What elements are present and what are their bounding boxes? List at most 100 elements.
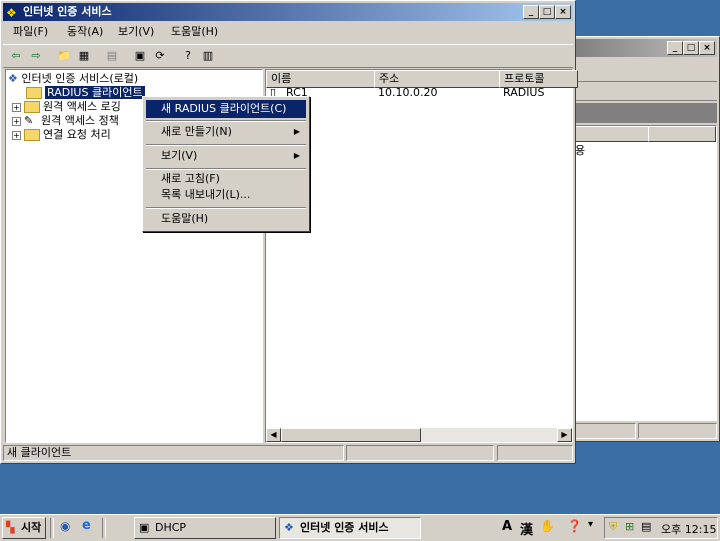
- menu-file[interactable]: 파일(F): [11, 23, 50, 41]
- ctx-view-label: 보기(V): [161, 149, 198, 162]
- scroll-left-button[interactable]: ◀: [266, 428, 281, 442]
- tree-item-remote-policies[interactable]: + ✎ 원격 액세스 정책: [12, 113, 119, 128]
- background-window-titlebar[interactable]: _ □ ×: [574, 39, 717, 57]
- toolbar: ⇦ ⇨ 📁 ▦ ▤ ▣ ⟳ ? ▥: [3, 44, 573, 68]
- tree-item-label: 원격 액세스 정책: [41, 114, 119, 127]
- client-address: 10.10.0.20: [378, 86, 438, 99]
- bg-dark-bar: [574, 103, 717, 123]
- policy-icon: ✎: [24, 114, 34, 127]
- expand-icon[interactable]: +: [12, 116, 21, 126]
- ctx-separator: [146, 144, 306, 146]
- ctx-refresh[interactable]: 새로 고침(F): [146, 171, 306, 187]
- ias-root-icon: ❖: [8, 72, 18, 85]
- start-label: 시작: [21, 521, 42, 534]
- volume-icon[interactable]: ▤: [641, 520, 651, 533]
- main-window[interactable]: ❖ 인터넷 인증 서비스 _ □ × 파일(F) 동작(A) 보기(V) 도움말…: [0, 0, 578, 464]
- folder-icon: [24, 129, 40, 141]
- bg-close-button[interactable]: ×: [699, 41, 715, 55]
- back-arrow-icon[interactable]: ⇦: [7, 47, 25, 65]
- ctx-help[interactable]: 도움말(H): [146, 210, 306, 228]
- status-bar: 새 클라이언트: [3, 444, 573, 461]
- menu-action[interactable]: 동작(A): [65, 23, 105, 41]
- dhcp-icon: ▣: [139, 521, 150, 534]
- network-icon[interactable]: ⊞: [625, 520, 634, 533]
- tree-root-label: 인터넷 인증 서비스(로컬): [21, 72, 139, 85]
- list-pane[interactable]: 이름 주소 프로토콜 ▯ RC1 10.10.0.20 RADIUS ◀ ▶: [265, 69, 578, 443]
- ctx-separator: [146, 207, 306, 209]
- ctx-export-list[interactable]: 목록 내보내기(L)...: [146, 187, 306, 203]
- folder-icon: [26, 87, 42, 99]
- show-desktop-icon[interactable]: ◉: [60, 519, 70, 533]
- system-tray: ⛨ ⊞ ▤ 오후 12:15: [604, 517, 718, 539]
- tree-root[interactable]: ❖ 인터넷 인증 서비스(로컬): [8, 71, 138, 86]
- quicklaunch-divider: [50, 518, 54, 538]
- list-header: 이름 주소 프로토콜: [266, 70, 578, 88]
- folder-icon: [24, 101, 40, 113]
- refresh-icon[interactable]: ⟳: [151, 47, 169, 65]
- show-hide-tree-icon[interactable]: ▦: [75, 47, 93, 65]
- tree-item-label: RADIUS 클라이언트: [45, 86, 145, 99]
- task-dhcp-label: DHCP: [155, 521, 187, 534]
- internet-explorer-icon[interactable]: e: [82, 518, 91, 533]
- tree-item-label: 원격 액세스 로깅: [43, 100, 121, 113]
- taskbar: ▚ 시작 ◉ e ▣ DHCP ❖ 인터넷 인증 서비스 A 漢 ✋ ❓ ▾ ⛨…: [0, 514, 720, 541]
- submenu-arrow-icon: ▶: [293, 151, 300, 160]
- ime-mode-a[interactable]: A: [502, 519, 512, 534]
- security-shield-icon[interactable]: ⛨: [609, 520, 617, 534]
- expand-icon[interactable]: +: [12, 102, 21, 112]
- ias-app-icon: ❖: [6, 6, 17, 20]
- menu-view[interactable]: 보기(V): [116, 23, 156, 41]
- ctx-separator: [146, 120, 306, 122]
- list-row[interactable]: ▯ RC1 10.10.0.20 RADIUS: [266, 86, 572, 100]
- background-window[interactable]: _ □ × 용: [571, 36, 720, 442]
- bg-toolbar-area-2: [574, 82, 717, 101]
- ias-task-icon: ❖: [284, 521, 294, 534]
- ime-tool-icon[interactable]: ✋: [540, 519, 555, 533]
- task-ias-label: 인터넷 인증 서비스: [300, 521, 389, 534]
- quicklaunch-divider-2: [102, 518, 106, 538]
- help-icon[interactable]: ?: [179, 47, 197, 65]
- menu-help[interactable]: 도움말(H): [169, 23, 220, 41]
- bg-maximize-button[interactable]: □: [683, 41, 699, 55]
- ime-mode-han[interactable]: 漢: [520, 519, 533, 538]
- tree-item-remote-logging[interactable]: + 원격 액세스 로깅: [12, 99, 121, 114]
- ctx-view[interactable]: 보기(V) ▶: [146, 147, 306, 165]
- start-button[interactable]: ▚ 시작: [2, 517, 46, 539]
- status-text: 새 클라이언트: [3, 445, 344, 461]
- bg-text-fragment: 용: [575, 144, 586, 157]
- submenu-arrow-icon: ▶: [293, 127, 300, 136]
- maximize-button[interactable]: □: [539, 5, 555, 19]
- bg-minimize-button[interactable]: _: [667, 41, 683, 55]
- tree-item-connection-requests[interactable]: + 연결 요청 처리: [12, 127, 111, 142]
- ctx-new-radius-client[interactable]: 새 RADIUS 클라이언트(C): [146, 100, 306, 118]
- forward-arrow-icon[interactable]: ⇨: [27, 47, 45, 65]
- expand-icon[interactable]: +: [12, 130, 21, 140]
- windows-logo-icon: ▚: [6, 521, 15, 534]
- tray-expand-icon[interactable]: ▾: [588, 519, 593, 530]
- scroll-thumb[interactable]: [281, 428, 421, 442]
- main-titlebar[interactable]: ❖ 인터넷 인증 서비스 _ □ ×: [3, 3, 573, 21]
- task-dhcp[interactable]: ▣ DHCP: [134, 517, 276, 539]
- ime-help-icon[interactable]: ❓: [567, 519, 582, 533]
- tree-item-radius-clients[interactable]: RADIUS 클라이언트: [26, 85, 145, 100]
- delete-icon[interactable]: ▤: [103, 47, 121, 65]
- close-button[interactable]: ×: [555, 5, 571, 19]
- clock[interactable]: 오후 12:15: [661, 521, 716, 537]
- context-menu: 새 RADIUS 클라이언트(C) 새로 만들기(N) ▶ 보기(V) ▶ 새로 고…: [142, 96, 310, 232]
- ctx-new[interactable]: 새로 만들기(N) ▶: [146, 123, 306, 141]
- status-panel-3: [497, 445, 573, 461]
- task-ias[interactable]: ❖ 인터넷 인증 서비스: [279, 517, 421, 539]
- horizontal-scrollbar[interactable]: ◀ ▶: [266, 428, 572, 442]
- tree-item-label: 연결 요청 처리: [43, 128, 111, 141]
- properties-icon[interactable]: ▣: [131, 47, 149, 65]
- status-panel-2: [346, 445, 494, 461]
- bg-column-header-2: [648, 126, 716, 142]
- minimize-button[interactable]: _: [523, 5, 539, 19]
- ctx-separator: [146, 168, 306, 170]
- scroll-right-button[interactable]: ▶: [557, 428, 572, 442]
- ctx-new-label: 새로 만들기(N): [161, 125, 232, 138]
- window-title: 인터넷 인증 서비스: [23, 5, 112, 18]
- action-pane-icon[interactable]: ▥: [199, 47, 217, 65]
- up-folder-icon[interactable]: 📁: [55, 47, 73, 65]
- bg-column-header: [575, 126, 649, 142]
